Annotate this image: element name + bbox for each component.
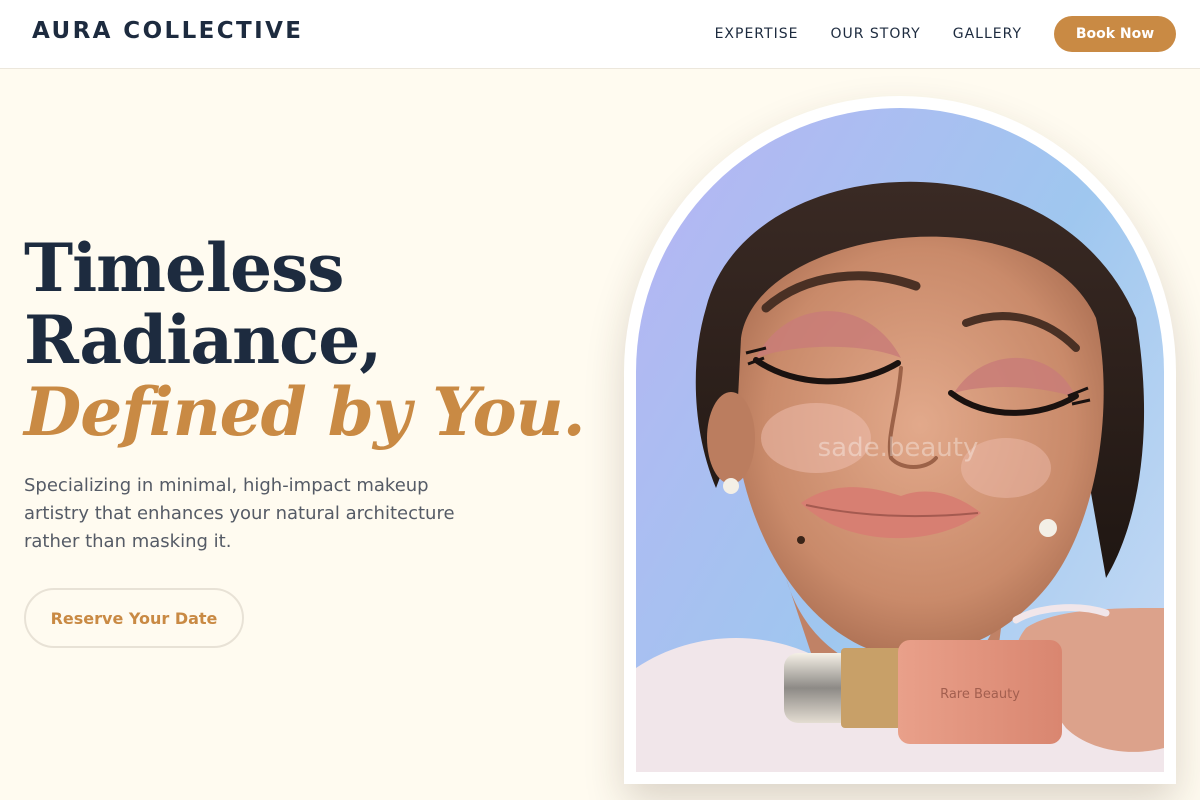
site-header: AURA COLLECTIVE EXPERTISE OUR STORY GALL…	[0, 0, 1200, 69]
nav-our-story[interactable]: OUR STORY	[830, 26, 920, 42]
hero-title: Timeless Radiance, Defined by You.	[24, 229, 586, 451]
photo-watermark: sade.beauty	[818, 433, 979, 463]
hero-subtitle: Specializing in minimal, high-impact mak…	[24, 475, 455, 552]
main-nav: EXPERTISE OUR STORY GALLERY	[715, 0, 1022, 68]
hero-title-line-2: Radiance,	[24, 301, 382, 379]
hero-title-accent-line: Defined by You.	[24, 373, 586, 451]
brand-logo[interactable]: AURA COLLECTIVE	[32, 18, 303, 44]
book-now-button[interactable]: Book Now	[1054, 16, 1176, 52]
hero-portrait-image: Rare Beauty sade.beauty	[636, 108, 1164, 772]
product-label-text: Rare Beauty	[940, 687, 1020, 702]
hero-title-line-1: Timeless	[24, 229, 344, 307]
hero-image-frame: Rare Beauty sade.beauty	[624, 96, 1176, 784]
nav-gallery[interactable]: GALLERY	[953, 26, 1022, 42]
nav-expertise[interactable]: EXPERTISE	[715, 26, 799, 42]
reserve-date-button[interactable]: Reserve Your Date	[24, 588, 244, 648]
portrait-illustration: Rare Beauty sade.beauty	[636, 181, 1164, 772]
